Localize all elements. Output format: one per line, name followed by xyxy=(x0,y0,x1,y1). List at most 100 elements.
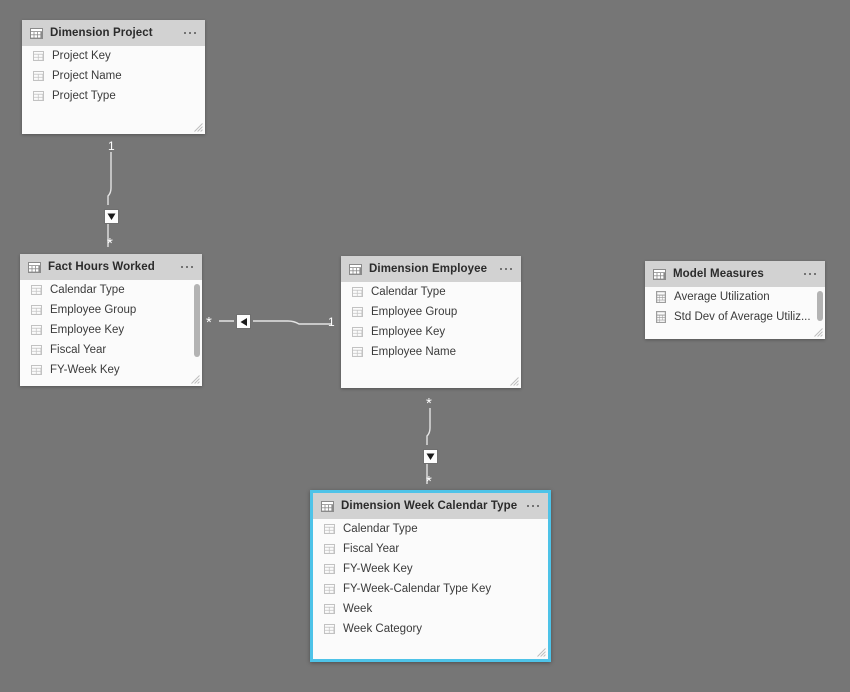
arrow-glyph xyxy=(107,213,116,220)
table-card-fact-hours-worked[interactable]: Fact Hours Worked Calendar Type Employee G… xyxy=(20,254,202,386)
vertical-scrollbar[interactable] xyxy=(817,291,823,321)
column-row[interactable]: Calendar Type xyxy=(341,282,521,302)
more-options-icon[interactable] xyxy=(802,270,819,279)
resize-grip-icon[interactable] xyxy=(537,648,546,657)
table-card-dimension-week-calendar-type[interactable]: Dimension Week Calendar Type Calendar Typ… xyxy=(310,490,551,662)
column-row[interactable]: FY-Week-Calendar Type Key xyxy=(313,579,548,599)
cardinality-label-from: * xyxy=(206,314,212,331)
measure-row[interactable]: Std Dev of Average Utiliz... xyxy=(645,307,825,327)
field-label: Calendar Type xyxy=(343,523,418,535)
table-title-dimension-week-calendar-type: Dimension Week Calendar Type xyxy=(341,500,518,512)
column-row[interactable]: Project Name xyxy=(22,66,205,86)
field-label: Employee Group xyxy=(50,304,137,316)
field-label: Employee Group xyxy=(371,306,458,318)
cardinality-label-to: * xyxy=(426,473,432,490)
column-row[interactable]: Fiscal Year xyxy=(20,340,202,360)
cardinality-label-from: 1 xyxy=(108,139,115,153)
resize-grip-icon[interactable] xyxy=(194,123,203,132)
table-fields-dimension-week-calendar-type: Calendar Type Fiscal Year FY-Week Key FY-We… xyxy=(313,519,548,659)
more-options-icon[interactable] xyxy=(525,502,542,511)
cross-filter-direction-icon[interactable] xyxy=(423,449,438,464)
table-header-dimension-employee[interactable]: Dimension Employee xyxy=(341,256,521,282)
table-fields-dimension-employee: Calendar Type Employee Group Employee Key E… xyxy=(341,282,521,388)
column-grid-icon xyxy=(33,71,44,81)
cardinality-label-to: * xyxy=(107,235,113,252)
column-grid-icon xyxy=(33,51,44,61)
table-header-dimension-week-calendar-type[interactable]: Dimension Week Calendar Type xyxy=(313,493,548,519)
field-label: Employee Key xyxy=(50,324,125,336)
table-grid-icon xyxy=(28,261,41,273)
resize-grip-icon[interactable] xyxy=(191,375,200,384)
column-grid-icon xyxy=(324,584,335,594)
field-label: Average Utilization xyxy=(674,291,770,303)
table-fields-fact-hours-worked: Calendar Type Employee Group Employee Key F… xyxy=(20,280,202,386)
model-diagram-canvas[interactable]: 1 * * 1 * * Dimension Project Project Key Proje… xyxy=(0,0,850,692)
cross-filter-direction-icon[interactable] xyxy=(236,314,251,329)
resize-grip-icon[interactable] xyxy=(510,377,519,386)
column-row[interactable]: Calendar Type xyxy=(313,519,548,539)
column-grid-icon xyxy=(33,91,44,101)
table-header-dimension-project[interactable]: Dimension Project xyxy=(22,20,205,46)
table-grid-icon xyxy=(30,27,43,39)
resize-grip-icon[interactable] xyxy=(814,328,823,337)
cross-filter-direction-icon[interactable] xyxy=(104,209,119,224)
table-title-dimension-project: Dimension Project xyxy=(50,27,153,39)
column-grid-icon xyxy=(352,307,363,317)
field-label: Fiscal Year xyxy=(343,543,400,555)
cardinality-label-to: 1 xyxy=(328,315,335,329)
field-label: Calendar Type xyxy=(50,284,125,296)
table-grid-icon xyxy=(349,263,362,275)
column-row[interactable]: Employee Group xyxy=(341,302,521,322)
table-title-dimension-employee: Dimension Employee xyxy=(369,263,488,275)
more-options-icon[interactable] xyxy=(179,263,196,272)
table-title-model-measures: Model Measures xyxy=(673,268,764,280)
column-grid-icon xyxy=(324,544,335,554)
column-row[interactable]: Week Category xyxy=(313,619,548,639)
field-label: Project Name xyxy=(52,70,122,82)
field-label: Week xyxy=(343,603,373,615)
column-grid-icon xyxy=(352,327,363,337)
field-label: Std Dev of Average Utiliz... xyxy=(674,311,811,323)
column-grid-icon xyxy=(31,365,42,375)
column-row[interactable]: Week xyxy=(313,599,548,619)
column-row[interactable]: Employee Group xyxy=(20,300,202,320)
column-row[interactable]: Employee Key xyxy=(20,320,202,340)
more-options-icon[interactable] xyxy=(498,265,515,274)
measure-calculator-icon xyxy=(656,311,666,323)
column-grid-icon xyxy=(352,347,363,357)
column-grid-icon xyxy=(324,524,335,534)
column-row[interactable]: Employee Key xyxy=(341,322,521,342)
field-label: Calendar Type xyxy=(371,286,446,298)
column-grid-icon xyxy=(31,285,42,295)
cardinality-label-from: * xyxy=(426,395,432,412)
more-options-icon[interactable] xyxy=(182,29,199,38)
column-row[interactable]: Employee Name xyxy=(341,342,521,362)
table-card-model-measures[interactable]: Model Measures Average Utilization Std Dev… xyxy=(645,261,825,339)
column-grid-icon xyxy=(31,345,42,355)
table-fields-dimension-project: Project Key Project Name Project Type xyxy=(22,46,205,134)
column-grid-icon xyxy=(31,325,42,335)
table-header-model-measures[interactable]: Model Measures xyxy=(645,261,825,287)
column-row[interactable]: Project Type xyxy=(22,86,205,106)
column-grid-icon xyxy=(352,287,363,297)
arrow-glyph xyxy=(426,453,435,460)
table-header-fact-hours-worked[interactable]: Fact Hours Worked xyxy=(20,254,202,280)
column-row[interactable]: FY-Week Key xyxy=(313,559,548,579)
table-fields-model-measures: Average Utilization Std Dev of Average Ut… xyxy=(645,287,825,339)
relationship-line-project-fact xyxy=(107,152,112,247)
field-label: FY-Week-Calendar Type Key xyxy=(343,583,492,595)
column-row[interactable]: Fiscal Year xyxy=(313,539,548,559)
table-card-dimension-employee[interactable]: Dimension Employee Calendar Type Employee … xyxy=(341,256,521,388)
column-grid-icon xyxy=(324,604,335,614)
measure-row[interactable]: Average Utilization xyxy=(645,287,825,307)
table-title-fact-hours-worked: Fact Hours Worked xyxy=(48,261,155,273)
field-label: Project Key xyxy=(52,50,111,62)
column-row[interactable]: Project Key xyxy=(22,46,205,66)
field-label: Week Category xyxy=(343,623,423,635)
measure-calculator-icon xyxy=(656,291,666,303)
column-row[interactable]: FY-Week Key xyxy=(20,360,202,380)
table-card-dimension-project[interactable]: Dimension Project Project Key Project Name… xyxy=(22,20,205,134)
column-row[interactable]: Calendar Type xyxy=(20,280,202,300)
field-label: FY-Week Key xyxy=(343,563,413,575)
vertical-scrollbar[interactable] xyxy=(194,284,200,357)
